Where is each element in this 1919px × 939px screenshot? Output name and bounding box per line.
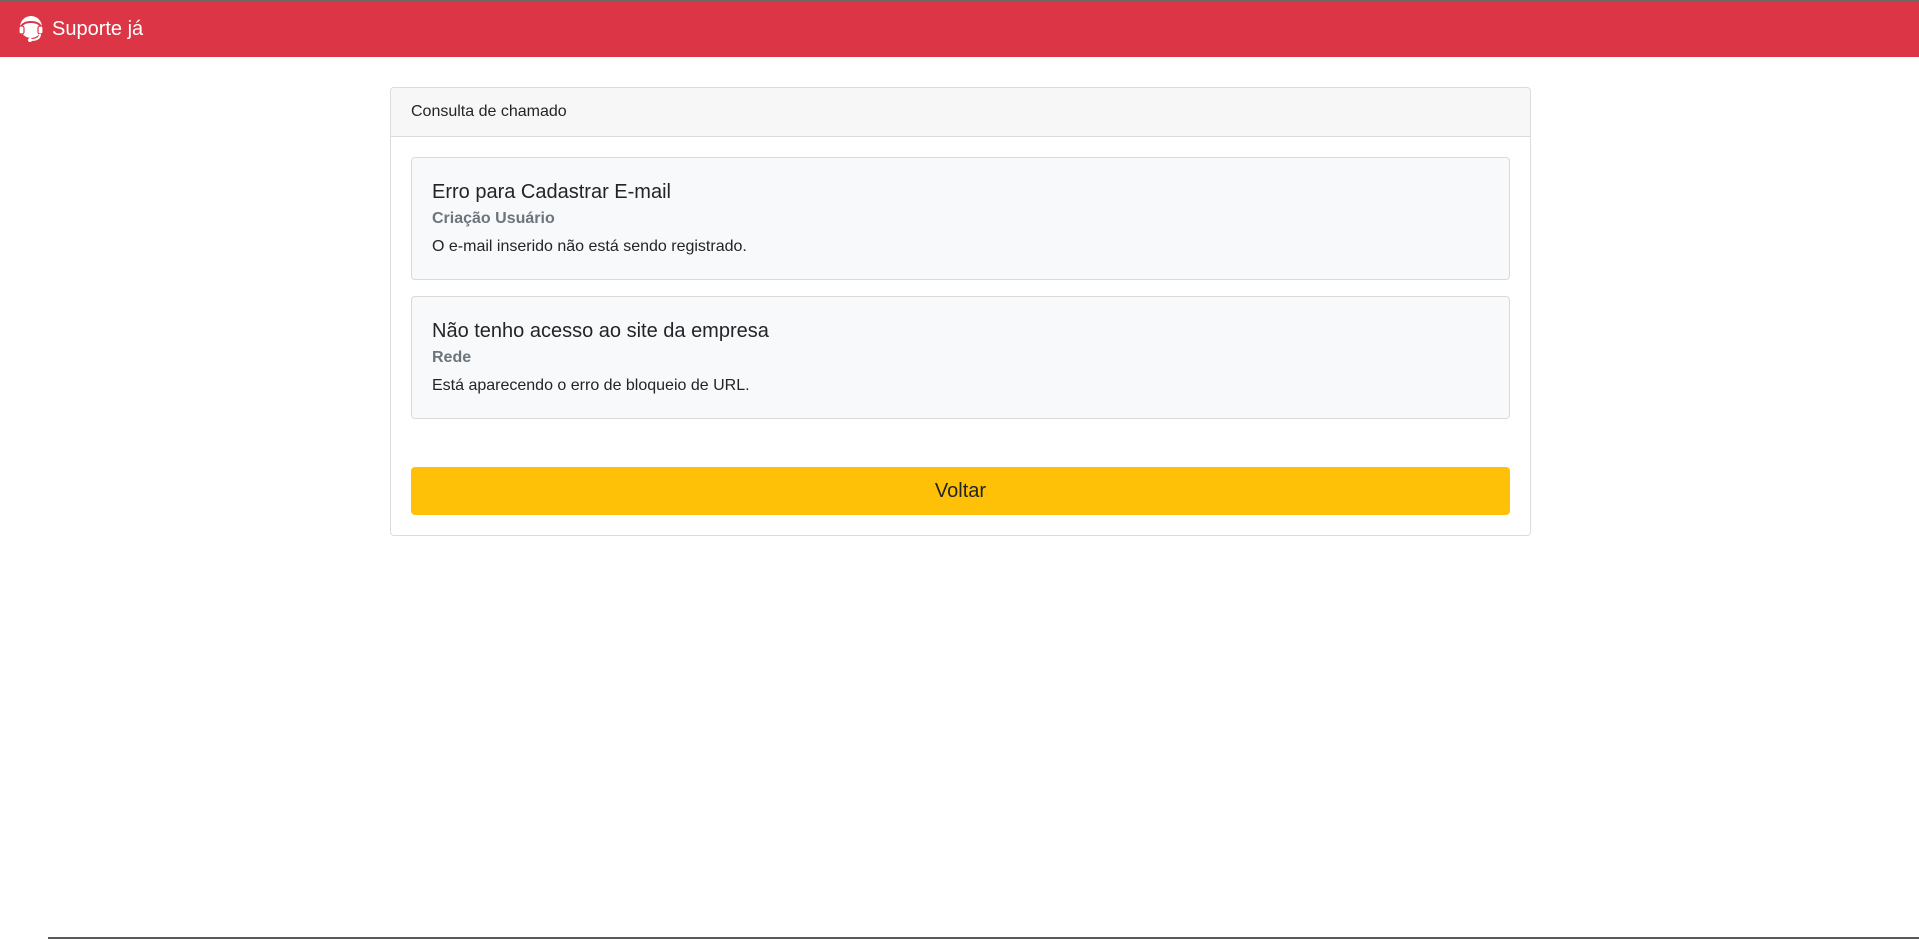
top-navbar: Suporte já bbox=[0, 0, 1919, 57]
ticket-title: Erro para Cadastrar E-mail bbox=[432, 181, 671, 203]
ticket-category: Criação Usuário bbox=[432, 210, 555, 227]
ticket-item: Erro para Cadastrar E-mail Criação Usuár… bbox=[411, 157, 1510, 280]
brand-text: Suporte já bbox=[52, 17, 144, 40]
headset-icon bbox=[16, 14, 46, 44]
ticket-item: Não tenho acesso ao site da empresa Rede… bbox=[411, 296, 1510, 419]
ticket-query-card: Consulta de chamado Erro para Cadastrar … bbox=[390, 87, 1531, 536]
ticket-description: O e-mail inserido não está sendo registr… bbox=[432, 238, 747, 255]
ticket-category: Rede bbox=[432, 349, 472, 366]
card-header: Consulta de chamado bbox=[391, 88, 1530, 137]
ticket-description: Está aparecendo o erro de bloqueio de UR… bbox=[432, 377, 750, 394]
back-button[interactable]: Voltar bbox=[411, 467, 1510, 515]
card-body: Erro para Cadastrar E-mail Criação Usuár… bbox=[391, 137, 1530, 535]
brand-link[interactable]: Suporte já bbox=[16, 14, 143, 44]
ticket-title: Não tenho acesso ao site da empresa bbox=[432, 320, 769, 342]
